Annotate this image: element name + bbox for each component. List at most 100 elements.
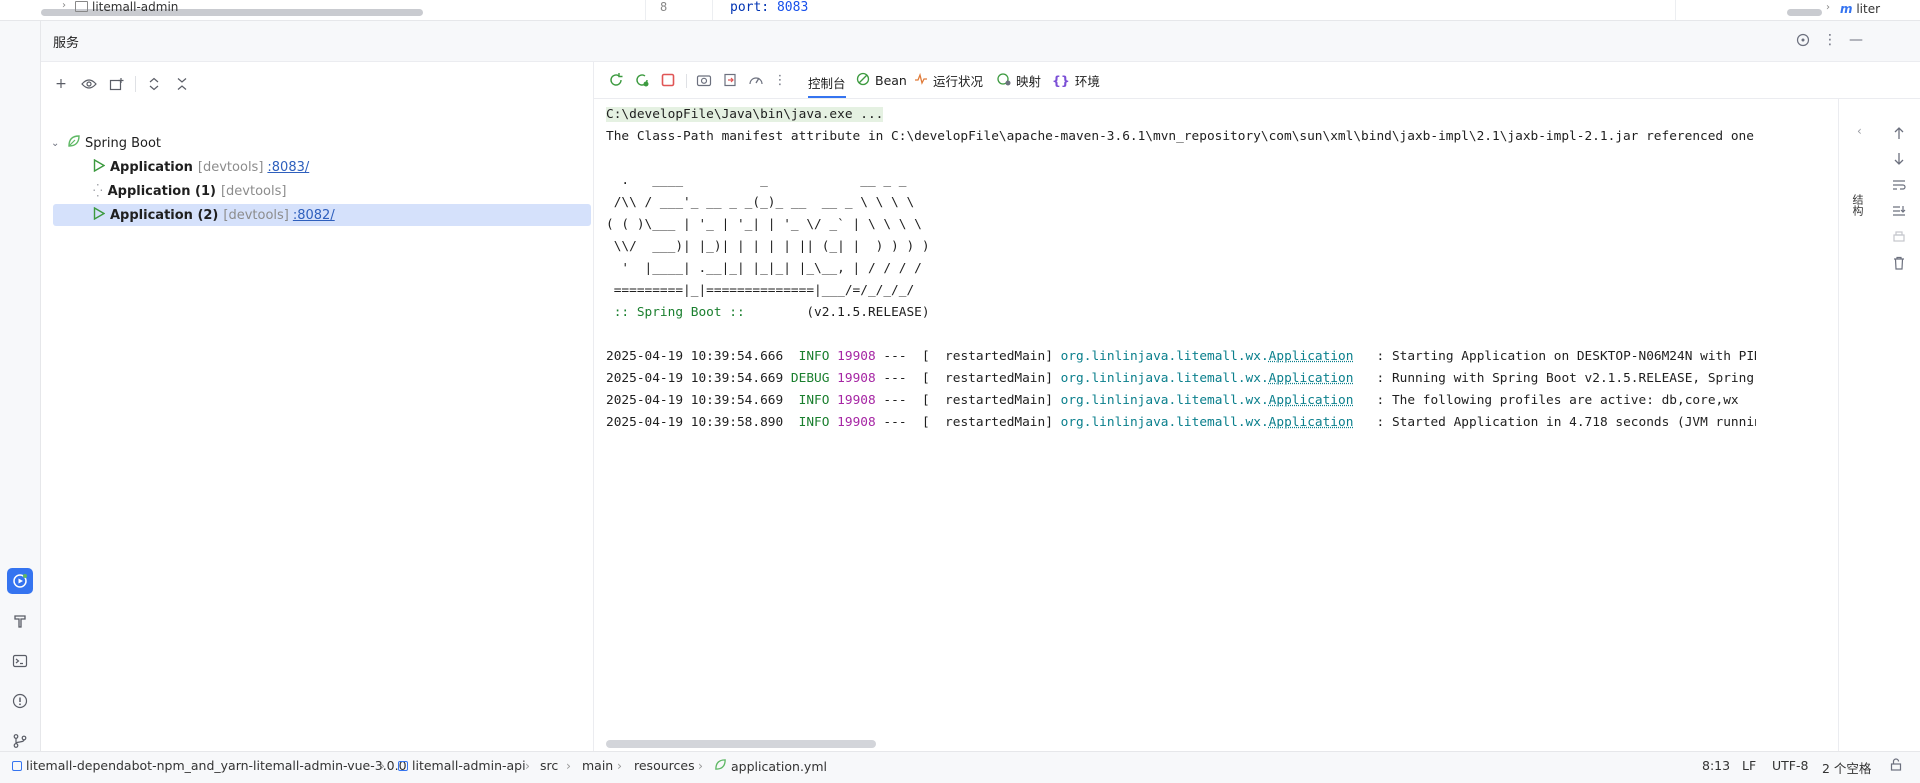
divider (1838, 98, 1839, 751)
breadcrumb-item[interactable]: main (582, 758, 613, 773)
banner-line: =========|_|==============|___/=/_/_/_/ (606, 283, 914, 298)
line-separator[interactable]: LF (1742, 758, 1756, 773)
tree-root-spring-boot[interactable]: ⌄ Spring Boot (51, 132, 591, 154)
divider (712, 0, 713, 20)
log-class-link[interactable]: Application (1269, 393, 1354, 408)
build-tool-button[interactable] (7, 608, 33, 634)
app-tag: [devtools] (223, 208, 288, 223)
banner-line: \\/ ___)| |_)| | | | | || (_| | ) ) ) ) (606, 239, 930, 254)
log-class-link[interactable]: Application (1269, 349, 1354, 364)
braces-icon: {} (1052, 73, 1070, 88)
collapse-all-icon[interactable] (172, 74, 192, 94)
module-icon (398, 761, 408, 771)
file-encoding[interactable]: UTF-8 (1772, 758, 1808, 773)
more-options-icon[interactable]: ⋮ (1821, 31, 1839, 49)
breadcrumb-item[interactable]: resources (634, 758, 695, 773)
exit-icon[interactable] (720, 70, 740, 90)
print-icon[interactable] (1890, 228, 1908, 246)
more-options-icon[interactable]: ⋮ (770, 70, 790, 90)
tree-item-application-1[interactable]: ⁛ Application (1) [devtools] (93, 180, 593, 202)
app-port-link[interactable]: :8082/ (293, 208, 335, 223)
chevron-down-icon[interactable]: ⌄ (51, 138, 65, 149)
tab-environment[interactable]: {} 环境 (1052, 69, 1100, 91)
log-message: : Started Application in 4.718 seconds (… (1353, 415, 1756, 430)
console-toolbar: ⋮ 控制台 Bean 运行状况 映射 {} 环境 (594, 62, 1920, 99)
log-line: 2025-04-19 10:39:54.666 INFO 19908 --- [… (606, 349, 1756, 364)
soft-wrap-icon[interactable] (1890, 176, 1908, 194)
log-message: : Running with Spring Boot v2.1.5.RELEAS… (1353, 371, 1756, 386)
indent-setting[interactable]: 2 个空格 (1822, 758, 1871, 777)
minimize-icon[interactable]: — (1847, 31, 1865, 49)
console-output[interactable]: C:\developFile\Java\bin\java.exe ... The… (606, 104, 1756, 604)
toolbar-divider (135, 76, 136, 92)
gauge-icon[interactable] (746, 70, 766, 90)
tab-bean[interactable]: Bean (856, 69, 907, 91)
divider (645, 0, 646, 20)
log-class-link[interactable]: Application (1269, 415, 1354, 430)
tab-label: 映射 (1016, 71, 1041, 90)
unlock-icon (1890, 758, 1902, 771)
services-icon (12, 573, 28, 589)
structure-tag[interactable]: m liter (1840, 2, 1880, 16)
services-header: 服务 ⋮ — (41, 21, 1920, 62)
tab-health[interactable]: 运行状况 (914, 69, 983, 91)
target-icon[interactable] (1794, 31, 1812, 49)
code-value: 8083 (777, 0, 808, 15)
cursor-position[interactable]: 8:13 (1702, 758, 1730, 773)
scroll-end-icon (1892, 205, 1906, 217)
log-class-link[interactable]: Application (1269, 371, 1354, 386)
tree-item-application-2[interactable]: Application (2) [devtools] :8082/ (53, 204, 591, 226)
breadcrumb-item[interactable]: litemall-dependabot-npm_and_yarn-litemal… (12, 758, 407, 773)
pulse-icon (914, 72, 928, 86)
divider (1675, 0, 1676, 20)
loading-icon: ⁛ (93, 184, 103, 198)
console-horizontal-scrollbar[interactable] (606, 740, 876, 748)
rerun-icon[interactable] (606, 70, 626, 90)
camera-icon[interactable] (694, 70, 714, 90)
expand-all-icon[interactable] (144, 74, 164, 94)
scroll-to-end-icon[interactable] (1890, 202, 1908, 220)
tree-toolbar: + (51, 74, 192, 94)
services-tool-button[interactable] (7, 568, 33, 594)
structure-side-tab[interactable]: 结构 (1849, 194, 1865, 216)
stop-icon[interactable] (658, 70, 678, 90)
breadcrumb-item[interactable]: src (540, 758, 558, 773)
lock-icon[interactable] (1890, 758, 1902, 774)
chevron-right-icon[interactable]: › (62, 0, 66, 11)
status-bar: litemall-dependabot-npm_and_yarn-litemal… (0, 751, 1920, 783)
add-group-icon (109, 77, 125, 91)
scroll-up-icon[interactable] (1890, 124, 1908, 142)
tab-mappings[interactable]: 映射 (997, 69, 1041, 91)
eye-icon[interactable] (79, 74, 99, 94)
log-level: DEBUG (791, 371, 830, 386)
app-port-link[interactable]: :8083/ (267, 160, 309, 175)
banner-line: . ____ _ __ _ _ (606, 173, 906, 188)
project-tree-node[interactable]: litemall-admin (75, 0, 178, 14)
clear-all-icon[interactable] (1890, 254, 1908, 272)
breadcrumb-item[interactable]: litemall-admin-api (398, 758, 526, 773)
new-group-icon[interactable] (107, 74, 127, 94)
chevron-left-icon[interactable]: ‹ (1857, 124, 1862, 138)
terminal-tool-button[interactable] (7, 648, 33, 674)
problems-tool-button[interactable] (7, 688, 33, 714)
bean-icon (856, 72, 870, 89)
breadcrumb-item[interactable]: application.yml (714, 758, 827, 774)
editor-right-scrollbar[interactable] (1787, 9, 1822, 16)
run-icon[interactable] (93, 207, 105, 224)
health-icon (914, 72, 928, 89)
stop-square-icon (661, 73, 675, 87)
git-branch-icon (12, 733, 28, 749)
run-icon[interactable] (93, 159, 105, 176)
tree-item-application[interactable]: Application [devtools] :8083/ (93, 156, 593, 178)
breadcrumb-separator: › (698, 758, 703, 773)
yaml-file-icon (714, 758, 727, 774)
chevron-right-icon[interactable]: › (1826, 2, 1830, 13)
scroll-down-icon[interactable] (1890, 150, 1908, 168)
log-thread: --- [ restartedMain] (883, 349, 1053, 364)
log-pid: 19908 (837, 415, 876, 430)
tab-console[interactable]: 控制台 (808, 69, 846, 98)
toolbar-divider (686, 74, 687, 88)
log-timestamp: 2025-04-19 10:39:58.890 (606, 415, 783, 430)
add-service-icon[interactable]: + (51, 74, 71, 94)
update-app-icon[interactable] (632, 70, 652, 90)
